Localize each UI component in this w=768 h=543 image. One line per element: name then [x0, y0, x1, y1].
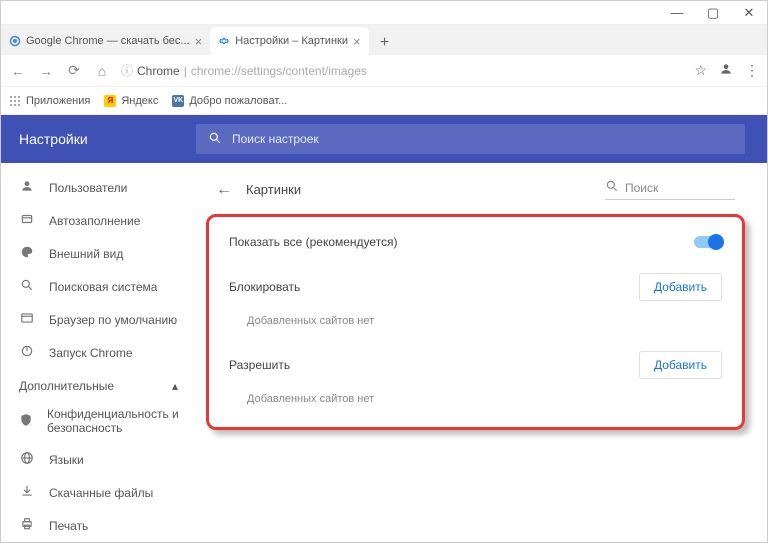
vk-icon: VK	[172, 95, 184, 107]
tab-settings-images[interactable]: Настройки – Картинки ×	[210, 27, 368, 55]
show-all-row: Показать все (рекомендуется)	[211, 221, 740, 263]
favicon-icon	[9, 35, 21, 47]
sidebar-item-appearance[interactable]: Внешний вид	[1, 237, 196, 270]
bookmark-label: Яндекс	[121, 95, 158, 107]
settings-panel: ← Картинки Поиск Показать все (рекоменду…	[196, 163, 767, 542]
chevron-up-icon: ▴	[172, 379, 178, 393]
tab-chrome-download[interactable]: Google Chrome — скачать бес... ×	[1, 27, 210, 55]
settings-title: Настройки	[1, 131, 196, 147]
url-path: chrome://settings/content/images	[191, 64, 367, 78]
block-empty-text: Добавленных сайтов нет	[211, 305, 740, 341]
add-block-button[interactable]: Добавить	[639, 273, 722, 301]
sidebar-label: Поисковая система	[49, 280, 157, 294]
sidebar-label: Запуск Chrome	[49, 346, 133, 360]
show-all-toggle[interactable]	[694, 236, 722, 248]
sidebar-item-autofill[interactable]: Автозаполнение	[1, 204, 196, 237]
reload-button[interactable]: ⟳	[65, 62, 83, 79]
search-icon	[605, 179, 619, 196]
new-tab-button[interactable]: +	[373, 31, 397, 55]
window-titlebar: — ▢ ✕	[1, 1, 767, 25]
browser-icon	[19, 311, 35, 328]
power-icon	[19, 344, 35, 361]
maximize-button[interactable]: ▢	[695, 5, 731, 21]
apps-icon	[9, 95, 21, 107]
sidebar-label: Скачанные файлы	[49, 486, 153, 500]
panel-search-input[interactable]: Поиск	[605, 179, 735, 200]
yandex-icon: Я	[104, 95, 116, 107]
sidebar-section-label: Дополнительные	[19, 379, 114, 393]
bookmark-label: Приложения	[26, 95, 90, 107]
menu-icon[interactable]: ⋮	[745, 62, 759, 79]
sidebar-item-print[interactable]: Печать	[1, 509, 196, 542]
close-tab-icon[interactable]: ×	[353, 34, 361, 49]
bookmarks-bar: Приложения Я Яндекс VK Добро пожаловат...	[1, 87, 767, 115]
sidebar-label: Браузер по умолчанию	[49, 313, 177, 327]
sidebar-label: Внешний вид	[49, 247, 123, 261]
address-bar: ← → ⟳ ⌂ ⓘ Chrome | chrome://settings/con…	[1, 55, 767, 87]
shield-icon	[19, 413, 33, 430]
back-button[interactable]: ←	[9, 63, 27, 79]
tab-strip: Google Chrome — скачать бес... × Настрой…	[1, 25, 767, 55]
allow-empty-text: Добавленных сайтов нет	[211, 383, 740, 419]
print-icon	[19, 517, 35, 534]
settings-header: Настройки Поиск настроек	[1, 115, 767, 163]
bookmark-yandex[interactable]: Я Яндекс	[104, 95, 158, 107]
sidebar-label: Языки	[49, 453, 84, 467]
search-placeholder: Поиск настроек	[232, 132, 319, 146]
favicon-gear-icon	[218, 35, 230, 47]
panel-back-button[interactable]: ←	[216, 181, 232, 199]
person-icon	[19, 179, 35, 196]
search-icon	[19, 278, 35, 295]
block-section-label: Блокировать	[229, 280, 300, 294]
tab-title: Настройки – Картинки	[235, 35, 348, 47]
search-icon	[208, 131, 222, 148]
palette-icon	[19, 245, 35, 262]
url-input[interactable]: ⓘ Chrome | chrome://settings/content/ima…	[121, 62, 684, 79]
panel-title: Картинки	[246, 182, 301, 197]
sidebar-item-default-browser[interactable]: Браузер по умолчанию	[1, 303, 196, 336]
show-all-label: Показать все (рекомендуется)	[229, 235, 398, 249]
sidebar-item-languages[interactable]: Языки	[1, 443, 196, 476]
bookmark-label: Добро пожаловат...	[189, 95, 287, 107]
highlighted-settings-card: Показать все (рекомендуется) Блокировать…	[206, 214, 745, 430]
sidebar-item-search[interactable]: Поисковая система	[1, 270, 196, 303]
apps-shortcut[interactable]: Приложения	[9, 95, 90, 107]
sidebar-item-privacy[interactable]: Конфиденциальность и безопасность	[1, 399, 196, 443]
sidebar-label: Печать	[49, 519, 88, 533]
sidebar-label: Конфиденциальность и безопасность	[47, 407, 184, 435]
panel-search-label: Поиск	[625, 181, 658, 195]
close-tab-icon[interactable]: ×	[195, 34, 203, 49]
autofill-icon	[19, 212, 35, 229]
sidebar-advanced-toggle[interactable]: Дополнительные ▴	[1, 369, 196, 399]
download-icon	[19, 484, 35, 501]
profile-icon[interactable]	[719, 62, 733, 79]
allow-section-label: Разрешить	[229, 358, 290, 372]
bookmark-vk[interactable]: VK Добро пожаловат...	[172, 95, 287, 107]
star-icon[interactable]: ☆	[694, 62, 707, 79]
minimize-button[interactable]: —	[659, 5, 695, 20]
globe-icon	[19, 451, 35, 468]
sidebar-item-downloads[interactable]: Скачанные файлы	[1, 476, 196, 509]
info-icon: ⓘ	[121, 62, 133, 79]
add-allow-button[interactable]: Добавить	[639, 351, 722, 379]
sidebar-label: Пользователи	[49, 181, 127, 195]
tab-title: Google Chrome — скачать бес...	[26, 35, 190, 47]
url-host: Chrome	[137, 64, 180, 78]
settings-sidebar: Пользователи Автозаполнение Внешний вид …	[1, 163, 196, 542]
home-button[interactable]: ⌂	[93, 63, 111, 79]
sidebar-item-users[interactable]: Пользователи	[1, 171, 196, 204]
settings-search-input[interactable]: Поиск настроек	[196, 124, 745, 154]
sidebar-item-startup[interactable]: Запуск Chrome	[1, 336, 196, 369]
close-window-button[interactable]: ✕	[731, 5, 767, 21]
sidebar-label: Автозаполнение	[49, 214, 140, 228]
forward-button[interactable]: →	[37, 63, 55, 79]
